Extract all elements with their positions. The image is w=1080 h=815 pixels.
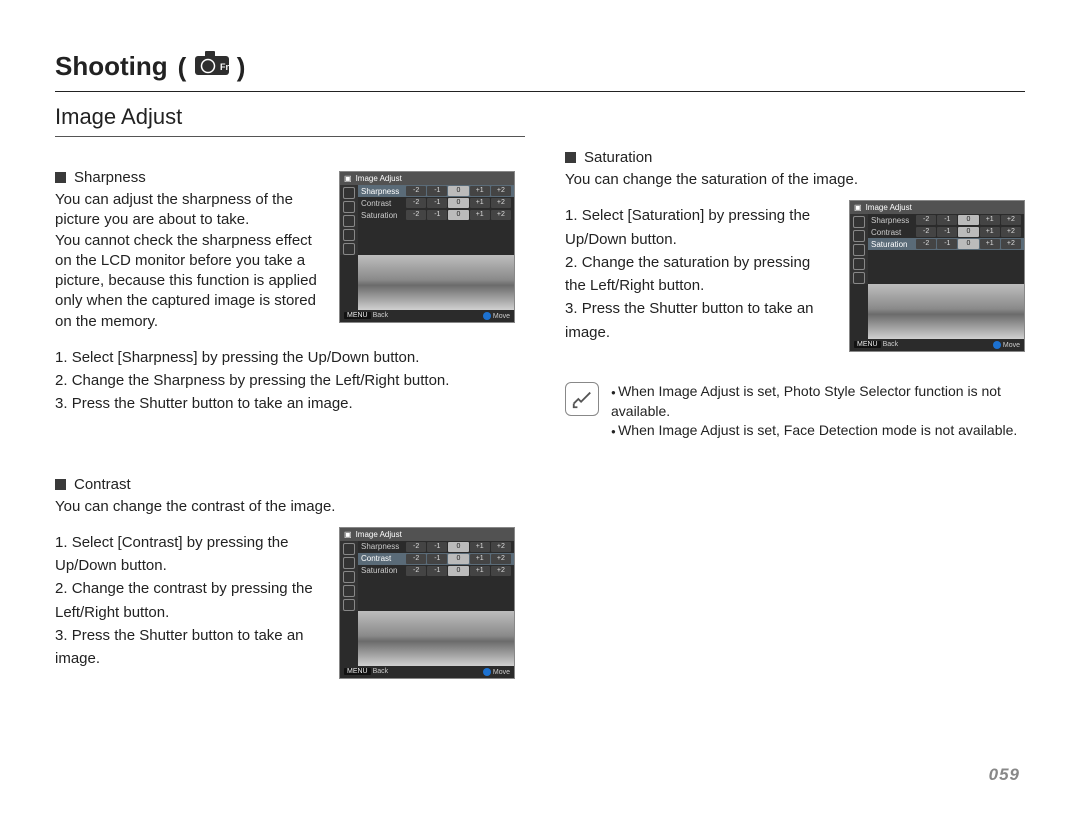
saturation-heading-text: Saturation — [584, 149, 652, 166]
shot-move-label: Move — [1003, 342, 1020, 349]
step-item: Change the contrast by pressing the Left… — [55, 577, 323, 624]
contrast-block: Contrast You can change the contrast of … — [55, 476, 515, 679]
chapter-title: Shooting ( Fn ) — [55, 50, 1025, 92]
chapter-title-paren: ( Fn ) — [178, 50, 246, 83]
saturation-paragraph: You can change the saturation of the ima… — [565, 170, 1025, 190]
step-item: Select [Sharpness] by pressing the Up/Do… — [55, 346, 515, 369]
section-title: Image Adjust — [55, 104, 525, 137]
sharpness-paragraph: You can adjust the sharpness of the pict… — [55, 190, 323, 332]
shot-row-label: Saturation — [361, 211, 403, 220]
step-item: Select [Contrast] by pressing the Up/Dow… — [55, 531, 323, 578]
note-icon — [565, 382, 599, 416]
saturation-block: Saturation You can change the saturation… — [565, 149, 1025, 352]
heading-marker-icon — [565, 152, 576, 163]
step-item: Select [Saturation] by pressing the Up/D… — [565, 204, 833, 251]
page-number: 059 — [989, 765, 1020, 785]
contrast-paragraph: You can change the contrast of the image… — [55, 497, 515, 517]
shot-move-label: Move — [493, 669, 510, 676]
saturation-steps: Select [Saturation] by pressing the Up/D… — [565, 204, 833, 344]
step-item: Change the Sharpness by pressing the Lef… — [55, 369, 515, 392]
shot-row-label: Sharpness — [361, 187, 403, 196]
left-column: Sharpness You can adjust the sharpness o… — [55, 149, 515, 679]
lcd-screenshot-contrast: ▣Image Adjust Sharpness-2-10+1+2 Contras… — [339, 527, 515, 679]
contrast-heading: Contrast — [55, 476, 515, 493]
sharpness-block: Sharpness You can adjust the sharpness o… — [55, 169, 515, 416]
lcd-screenshot-saturation: ▣Image Adjust Sharpness-2-10+1+2 Contras… — [849, 200, 1025, 352]
step-item: Press the Shutter button to take an imag… — [565, 297, 833, 344]
sharpness-heading-text: Sharpness — [74, 169, 146, 186]
saturation-heading: Saturation — [565, 149, 1025, 166]
chapter-title-text: Shooting — [55, 51, 168, 82]
step-item: Press the Shutter button to take an imag… — [55, 392, 515, 415]
step-item: Change the saturation by pressing the Le… — [565, 251, 833, 298]
contrast-steps: Select [Contrast] by pressing the Up/Dow… — [55, 531, 323, 671]
page: Shooting ( Fn ) Image Adjust Sharpness — [0, 0, 1080, 815]
shot-row-label: Sharpness — [871, 216, 913, 225]
camera-fn-icon: Fn — [194, 50, 230, 76]
note-item: When Image Adjust is set, Face Detection… — [611, 421, 1025, 441]
shot-row-label: Saturation — [871, 240, 913, 249]
shot-back-label: Back — [373, 668, 389, 675]
shot-title: Image Adjust — [866, 203, 912, 212]
sharpness-steps: Select [Sharpness] by pressing the Up/Do… — [55, 346, 515, 416]
lcd-screenshot-sharpness: ▣Image Adjust Sharpness-2-10+1+2 Contras… — [339, 171, 515, 323]
columns: Sharpness You can adjust the sharpness o… — [55, 149, 1025, 679]
note-list: When Image Adjust is set, Photo Style Se… — [611, 382, 1025, 441]
shot-move-label: Move — [493, 313, 510, 320]
heading-marker-icon — [55, 172, 66, 183]
right-column: Saturation You can change the saturation… — [565, 149, 1025, 679]
step-item: Press the Shutter button to take an imag… — [55, 624, 323, 671]
shot-row-label: Contrast — [361, 554, 403, 563]
shot-row-label: Contrast — [361, 199, 403, 208]
shot-row-label: Saturation — [361, 566, 403, 575]
svg-text:Fn: Fn — [220, 62, 230, 72]
shot-back-label: Back — [883, 341, 899, 348]
shot-title: Image Adjust — [356, 530, 402, 539]
sharpness-heading: Sharpness — [55, 169, 323, 186]
note-item: When Image Adjust is set, Photo Style Se… — [611, 382, 1025, 421]
shot-row-label: Sharpness — [361, 542, 403, 551]
shot-title: Image Adjust — [356, 174, 402, 183]
heading-marker-icon — [55, 479, 66, 490]
contrast-heading-text: Contrast — [74, 476, 131, 493]
shot-row-label: Contrast — [871, 228, 913, 237]
note-box: When Image Adjust is set, Photo Style Se… — [565, 382, 1025, 441]
shot-back-label: Back — [373, 312, 389, 319]
